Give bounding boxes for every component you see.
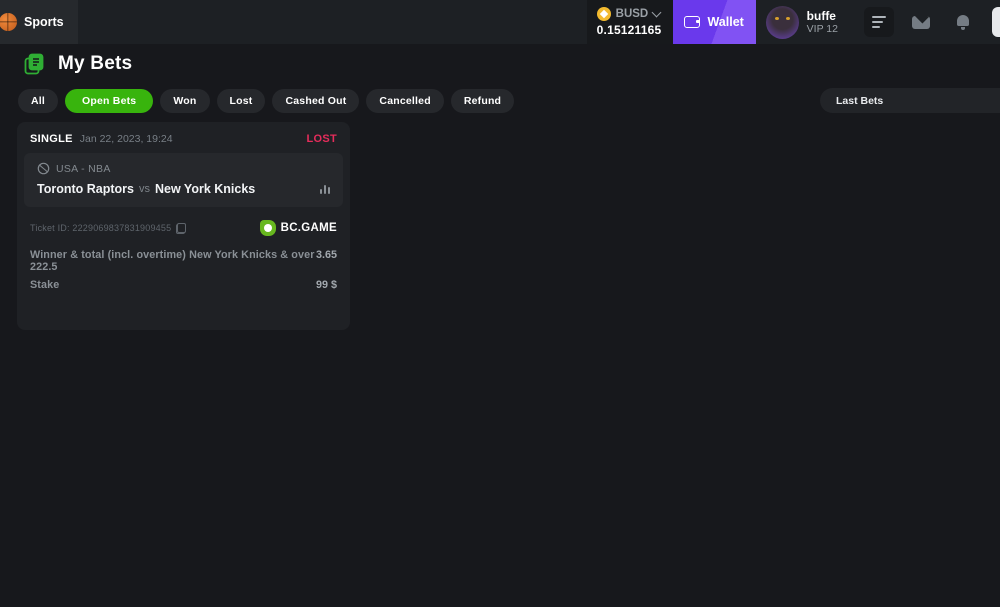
filter-open-bets[interactable]: Open Bets (65, 89, 153, 113)
stake-value: 99 $ (316, 279, 337, 291)
bet-stake-row: Stake 99 $ (30, 279, 337, 291)
bet-type-label: SINGLE (30, 133, 73, 145)
filter-refund[interactable]: Refund (451, 89, 514, 113)
bet-card[interactable]: SINGLE Jan 22, 2023, 19:24 LOST USA - NB… (17, 122, 350, 330)
tab-sports[interactable]: Sports (0, 0, 78, 44)
bet-selection-row: Winner & total (incl. overtime) New York… (30, 249, 337, 273)
profile-menu[interactable]: buffe VIP 12 (766, 6, 838, 39)
profile-username: buffe (807, 9, 838, 23)
my-bets-icon (22, 52, 46, 76)
filter-all[interactable]: All (18, 89, 58, 113)
ticket-row: Ticket ID: 2229069837831909455 BC.GAME (24, 207, 343, 246)
league-row: USA - NBA (37, 162, 330, 175)
busd-coin-icon (597, 7, 611, 21)
wallet-button[interactable]: Wallet (673, 0, 756, 44)
copy-icon[interactable] (176, 223, 186, 234)
currency-balance: 0.15121165 (597, 23, 663, 37)
ticket-id: Ticket ID: 2229069837831909455 (30, 223, 171, 233)
sort-dropdown[interactable]: Last Bets (820, 88, 1000, 113)
bet-status-badge: LOST (306, 133, 337, 145)
profile-vip-level: VIP 12 (807, 23, 838, 36)
league-label: USA - NBA (56, 163, 111, 175)
team-home: Toronto Raptors (37, 182, 134, 196)
teams-row: Toronto Raptors vs New York Knicks (37, 182, 330, 196)
chevron-down-icon (652, 8, 662, 18)
chat-panel-edge[interactable] (992, 7, 1000, 37)
bcgame-logo-icon (260, 220, 276, 236)
avatar (766, 6, 799, 39)
currency-selector[interactable]: BUSD 0.15121165 (587, 0, 673, 44)
brand-name: BC.GAME (281, 222, 337, 234)
filter-cashed-out[interactable]: Cashed Out (272, 89, 359, 113)
filter-won[interactable]: Won (160, 89, 209, 113)
bell-icon (956, 15, 970, 30)
bet-list-button[interactable] (864, 7, 894, 37)
bet-lines: Winner & total (incl. overtime) New York… (24, 246, 343, 300)
sports-tab-label: Sports (24, 15, 64, 29)
team-away: New York Knicks (155, 182, 255, 196)
topbar: Sports BUSD 0.15121165 Wallet buffe VIP … (0, 0, 1000, 44)
vs-label: vs (139, 183, 150, 195)
notifications-button[interactable] (948, 7, 978, 37)
filter-lost[interactable]: Lost (217, 89, 266, 113)
messages-button[interactable] (906, 7, 936, 37)
page-header: My Bets (22, 52, 132, 76)
mail-icon (912, 16, 930, 29)
bet-list-icon (872, 16, 886, 28)
page-title: My Bets (58, 53, 132, 75)
stats-icon[interactable] (320, 185, 330, 194)
stake-label: Stake (30, 279, 59, 291)
basketball-icon (0, 13, 17, 31)
brand-logo: BC.GAME (260, 220, 337, 236)
wallet-icon (684, 16, 700, 28)
filter-cancelled[interactable]: Cancelled (366, 89, 443, 113)
currency-code: BUSD (616, 8, 649, 20)
bet-selection-label: Winner & total (incl. overtime) New York… (30, 249, 316, 273)
bet-filter-tabs: All Open Bets Won Lost Cashed Out Cancel… (18, 89, 514, 113)
bet-datetime: Jan 22, 2023, 19:24 (80, 133, 173, 145)
bet-card-header: SINGLE Jan 22, 2023, 19:24 LOST (24, 130, 343, 153)
sort-dropdown-label: Last Bets (836, 95, 883, 107)
wallet-button-label: Wallet (707, 15, 743, 29)
match-box[interactable]: USA - NBA Toronto Raptors vs New York Kn… (24, 153, 343, 207)
topbar-right-cluster: BUSD 0.15121165 Wallet buffe VIP 12 (587, 0, 1000, 44)
sport-ball-icon (37, 162, 50, 175)
bet-odds-value: 3.65 (316, 249, 337, 261)
